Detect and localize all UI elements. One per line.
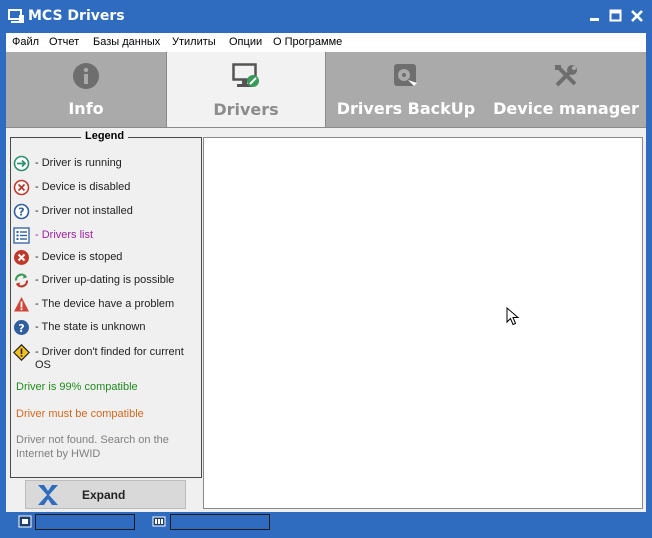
legend-item-label: - Driver not installed xyxy=(35,205,133,217)
memory-icon xyxy=(152,516,166,527)
title-bar[interactable]: MCS Drivers xyxy=(0,0,652,33)
expand-x-icon xyxy=(38,485,58,505)
question-circle-filled-icon: ? xyxy=(14,320,29,335)
legend-panel: Legend - Driver is running - Device is d… xyxy=(10,130,202,478)
tab-label: Drivers xyxy=(213,100,279,119)
menu-about[interactable]: О Программе xyxy=(273,36,342,48)
minimize-icon[interactable] xyxy=(586,7,604,25)
status-bar xyxy=(6,512,646,532)
monitor-wrench-icon xyxy=(232,63,259,87)
legend-item-label: - Driver don't finded for current OS xyxy=(35,346,184,371)
svg-text:?: ? xyxy=(18,322,24,335)
tab-drivers[interactable]: Drivers xyxy=(166,52,326,128)
drivers-list-panel[interactable] xyxy=(203,137,643,509)
legend-note-not-found: Driver not found. Search on the Internet… xyxy=(16,434,169,460)
legend-item-label: - Device is stoped xyxy=(35,251,123,263)
expand-button-label: Expand xyxy=(82,488,126,502)
x-circle-outline-icon xyxy=(13,179,30,196)
svg-text:?: ? xyxy=(18,206,24,219)
question-circle-outline-icon: ? xyxy=(13,203,30,220)
tab-label: Device manager xyxy=(493,99,639,118)
app-window: MCS Drivers Файл Отчет Базы данных Утили… xyxy=(0,0,652,538)
legend-item-label: - The device have a problem xyxy=(35,298,175,310)
tab-label: Info xyxy=(68,99,104,118)
legend-item-label: - Driver up-dating is possible xyxy=(35,274,175,286)
tab-label: Drivers BackUp xyxy=(336,99,476,118)
expand-button[interactable]: Expand xyxy=(25,480,186,509)
menu-report[interactable]: Отчет xyxy=(49,36,79,48)
menu-file[interactable]: Файл xyxy=(12,36,39,48)
warning-triangle-icon xyxy=(14,297,29,312)
info-icon xyxy=(73,63,99,89)
warning-diamond-icon xyxy=(13,344,30,361)
x-circle-filled-icon xyxy=(14,250,29,265)
app-window-icon xyxy=(8,9,24,23)
status-field-cpu xyxy=(35,514,135,530)
menu-utilities[interactable]: Утилиты xyxy=(172,36,216,48)
menu-databases[interactable]: Базы данных xyxy=(93,36,160,48)
list-icon xyxy=(13,227,30,244)
drivers-tab-content: Legend - Driver is running - Device is d… xyxy=(6,127,646,512)
legend-note-compatible: Driver is 99% compatible xyxy=(16,381,138,393)
legend-item-label: - Drivers list xyxy=(35,229,94,241)
tab-device-manager[interactable]: Device manager xyxy=(486,52,646,127)
legend-title: Legend xyxy=(81,130,129,142)
tools-icon xyxy=(555,65,577,87)
maximize-icon[interactable] xyxy=(607,7,625,25)
status-field-memory xyxy=(170,514,270,530)
menu-options[interactable]: Опции xyxy=(229,36,262,48)
chip-icon xyxy=(18,515,32,528)
refresh-icon xyxy=(14,273,29,288)
close-icon[interactable] xyxy=(628,7,646,25)
tab-strip: Info Drivers Drivers BackUp Device manag… xyxy=(6,52,646,128)
tab-info[interactable]: Info xyxy=(6,52,166,127)
mouse-cursor-icon xyxy=(506,307,520,326)
legend-item-label: - The state is unknown xyxy=(35,321,146,333)
tab-drivers-backup[interactable]: Drivers BackUp xyxy=(326,52,486,127)
legend-item-label: - Driver is running xyxy=(35,157,122,169)
arrow-right-circle-icon xyxy=(13,155,30,172)
backup-icon xyxy=(394,64,417,86)
window-title: MCS Drivers xyxy=(28,8,125,24)
menu-bar: Файл Отчет Базы данных Утилиты Опции О П… xyxy=(6,33,646,52)
legend-item-label: - Device is disabled xyxy=(35,181,131,193)
legend-note-must-compatible: Driver must be compatible xyxy=(16,408,144,420)
